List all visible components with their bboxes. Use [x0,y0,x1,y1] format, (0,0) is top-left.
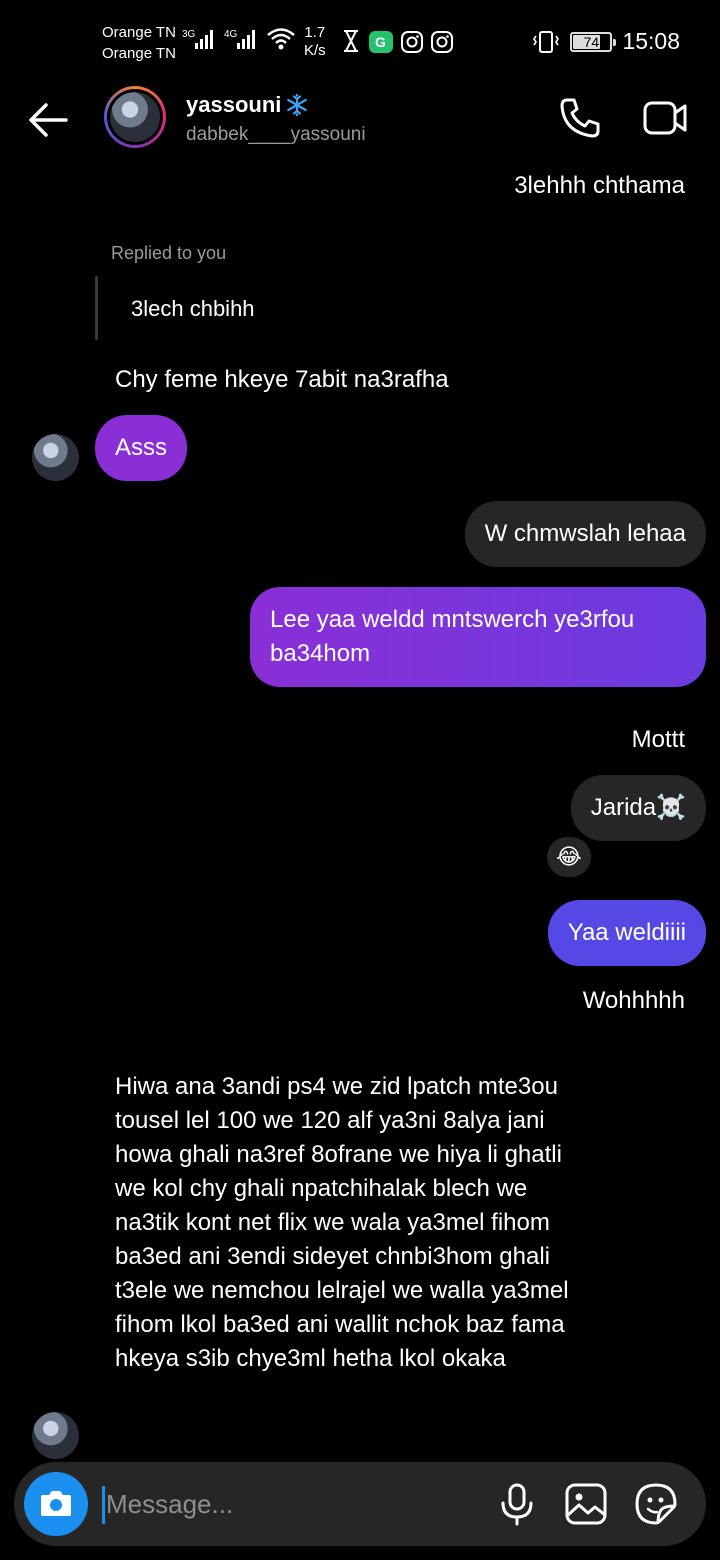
status-bar: Orange TN Orange TN 3G 4G 1.7 K/s G 74 1… [0,0,720,80]
profile-avatar[interactable] [104,86,166,148]
app-notification-icon: G [369,31,393,53]
chat-header: yassouni dabbek____yassouni [0,80,720,160]
carrier-1: Orange TN [102,24,176,41]
message-bubble-sent[interactable]: W chmwslah lehaa [464,501,706,567]
instagram-notification-icon [401,31,423,53]
speed-unit: K/s [304,42,326,59]
sticker-icon[interactable] [634,1482,678,1526]
signal-3g-icon: 3G [182,29,213,49]
video-camera-icon[interactable] [642,96,688,140]
hourglass-icon [344,30,358,52]
carrier-2: Orange TN [102,45,176,62]
reply-quote-bar [95,276,98,340]
phone-icon[interactable] [558,96,602,140]
gallery-icon[interactable] [564,1482,608,1526]
net-type-1: 3G [182,29,196,40]
message-bubble-received[interactable]: Asss [95,415,188,481]
contact-name: yassouni [186,92,282,117]
wifi-icon [267,28,295,50]
message-sent-text[interactable]: Wohhhhh [583,987,685,1015]
message-sent-text[interactable]: Mottt [632,726,685,754]
status-right: 74 15:08 [532,28,680,55]
svg-text:G: G [375,34,386,50]
message-bubble-sent[interactable]: Yaa weldiiii [547,900,706,966]
contact-name-row[interactable]: yassouni [186,92,309,118]
net-type-2: 4G [224,29,238,40]
text-cursor [102,1486,105,1524]
carrier-labels: Orange TN Orange TN [102,22,176,64]
reply-label: Replied to you [111,243,227,263]
signal-4g-icon: 4G [224,29,255,49]
battery-indicator: 74 [570,31,617,52]
sender-avatar[interactable] [32,434,79,481]
message-composer [14,1462,706,1546]
clock: 15:08 [622,28,680,54]
message-bubble-sent[interactable]: Lee yaa weldd mntswerch ye3rfou ba34hom [250,587,706,687]
instagram-notification-icon-2 [431,31,453,53]
message-bubble-sent[interactable]: Jarida☠️ [570,775,706,841]
camera-icon [41,1491,71,1516]
avatar-photo [110,92,160,142]
message-sent-text[interactable]: 3lehhh chthama [514,172,685,200]
battery-level: 74 [583,33,600,50]
microphone-icon[interactable] [498,1482,536,1526]
contact-username[interactable]: dabbek____yassouni [186,124,366,146]
network-speed: 1.7 K/s [304,24,326,60]
reply-quote-text[interactable]: 3lech chbihh [131,296,255,322]
message-input[interactable] [106,1482,466,1526]
verified-icon [287,93,308,117]
camera-button[interactable] [24,1472,88,1536]
message-reaction[interactable]: 😂 [544,834,594,880]
speed-value: 1.7 [304,24,326,41]
message-received-text[interactable]: Chy feme hkeye 7abit na3rafha [115,363,449,397]
sender-avatar[interactable] [32,1412,79,1459]
back-arrow-icon[interactable] [26,100,70,140]
vibrate-icon [533,30,560,53]
message-received-text[interactable]: Hiwa ana 3andi ps4 we zid lpatch mte3ou … [115,1070,595,1376]
